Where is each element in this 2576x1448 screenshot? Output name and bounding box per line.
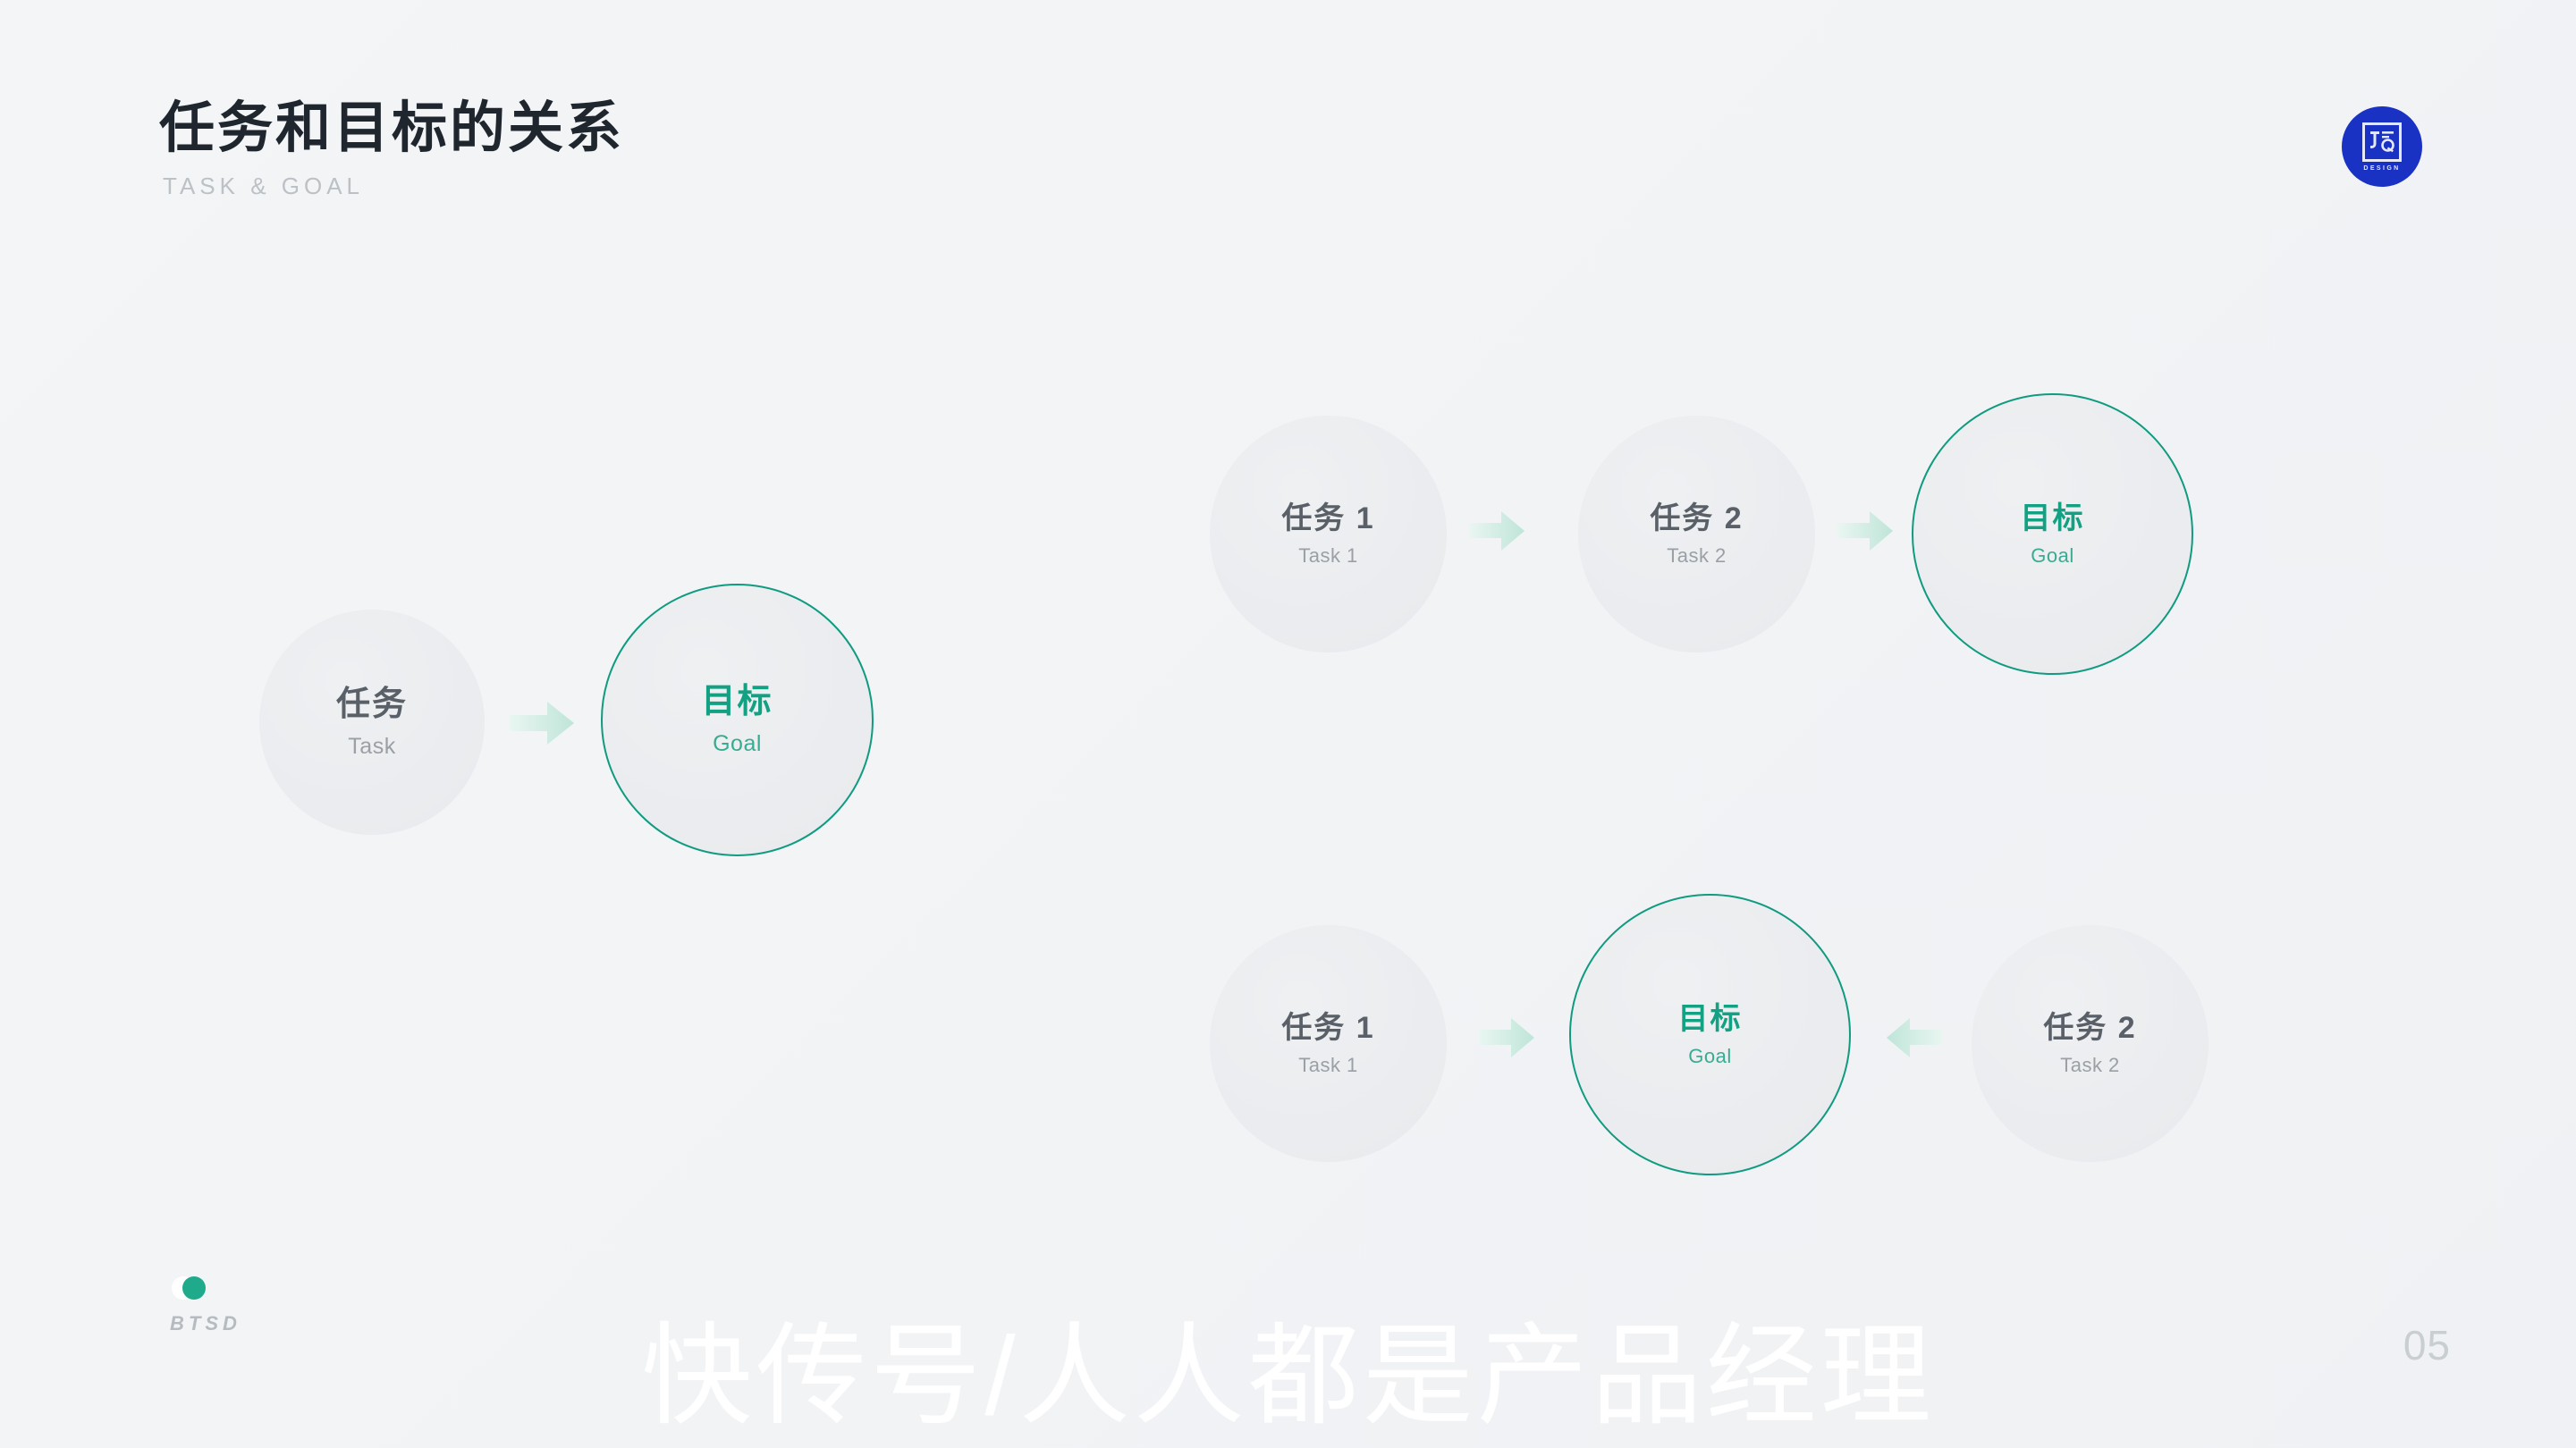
footer-brand-word: BTSD bbox=[170, 1312, 241, 1334]
node-label-en: Task bbox=[348, 733, 396, 759]
node-label-en: Goal bbox=[1688, 1044, 1732, 1067]
node-label-en: Goal bbox=[713, 731, 762, 756]
slide-header: 任务和目标的关系 TASK & GOAL bbox=[159, 97, 624, 200]
node-label-en: Task 2 bbox=[2060, 1053, 2120, 1076]
arrow-task-to-goal-icon bbox=[510, 697, 574, 749]
slide-canvas: 任务和目标的关系 TASK & GOAL DESIGN 任务 Task 目标 G… bbox=[0, 0, 2576, 1448]
footer-brand: BTSD bbox=[170, 1276, 241, 1334]
arrow-task1-to-goal-icon bbox=[1479, 1014, 1534, 1061]
page-number: 05 bbox=[2403, 1322, 2451, 1368]
node-label-cn: 任务 2 bbox=[1650, 501, 1744, 535]
brand-logo-word: DESIGN bbox=[2363, 164, 2401, 172]
node-task-1[interactable]: 任务 1 Task 1 bbox=[1210, 416, 1447, 652]
node-label-cn: 目标 bbox=[1677, 1001, 1743, 1036]
node-label-en: Goal bbox=[2031, 543, 2074, 567]
node-goal[interactable]: 目标 Goal bbox=[601, 584, 874, 856]
jq-monogram-icon bbox=[2362, 122, 2402, 162]
watermark: 快传号/人人都是产品经理 bbox=[641, 1315, 1935, 1438]
arrow-task2-to-goal-icon bbox=[1837, 508, 1893, 554]
arrow-task2-to-goal-icon bbox=[1887, 1014, 1942, 1061]
node-label-cn: 任务 1 bbox=[1281, 501, 1375, 535]
node-label-cn: 目标 bbox=[701, 683, 773, 720]
btsd-dots-icon bbox=[172, 1276, 213, 1300]
node-label-en: Task 2 bbox=[1667, 543, 1727, 567]
btsd-dot-teal bbox=[182, 1276, 206, 1300]
node-task[interactable]: 任务 Task bbox=[259, 610, 485, 835]
node-label-en: Task 1 bbox=[1298, 1053, 1358, 1076]
node-label-cn: 任务 2 bbox=[2043, 1010, 2137, 1045]
page-subtitle: TASK & GOAL bbox=[163, 173, 365, 200]
node-label-cn: 任务 1 bbox=[1281, 1010, 1375, 1045]
node-task-1[interactable]: 任务 1 Task 1 bbox=[1210, 925, 1447, 1162]
node-task-2[interactable]: 任务 2 Task 2 bbox=[1972, 925, 2209, 1162]
node-goal[interactable]: 目标 Goal bbox=[1569, 894, 1851, 1175]
node-label-en: Task 1 bbox=[1298, 543, 1358, 567]
node-label-cn: 任务 bbox=[335, 685, 408, 723]
node-label-cn: 目标 bbox=[2020, 501, 2085, 535]
brand-logo: DESIGN bbox=[2342, 106, 2422, 187]
arrow-task1-to-task2-icon bbox=[1469, 508, 1524, 554]
node-goal[interactable]: 目标 Goal bbox=[1912, 393, 2193, 675]
node-task-2[interactable]: 任务 2 Task 2 bbox=[1578, 416, 1815, 652]
page-title: 任务和目标的关系 bbox=[159, 97, 625, 159]
